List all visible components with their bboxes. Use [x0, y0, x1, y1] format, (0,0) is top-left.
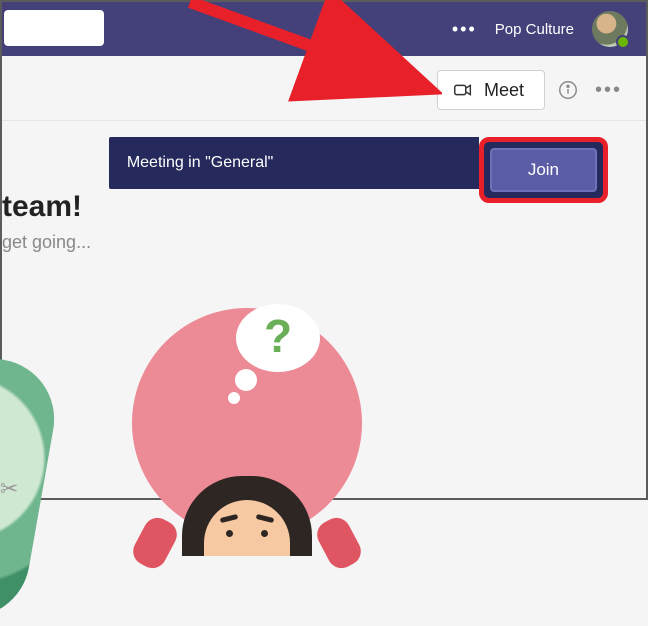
info-button[interactable]	[555, 77, 581, 103]
annotation-highlight-box: Join	[479, 137, 608, 203]
scissors-icon: ✂	[0, 476, 18, 502]
meet-button-label: Meet	[484, 80, 524, 101]
welcome-block: team! get going...	[2, 190, 91, 253]
info-icon	[557, 79, 579, 101]
meeting-banner-area: Meeting in "General" Join	[2, 121, 646, 203]
illustration-person: ?	[132, 308, 362, 538]
app-titlebar: ••• Pop Culture	[2, 2, 646, 56]
team-visibility-button[interactable]: Team	[346, 75, 427, 105]
titlebar-more-icon[interactable]: •••	[452, 19, 477, 40]
welcome-title: team!	[2, 190, 91, 224]
welcome-subtitle: get going...	[2, 232, 91, 253]
avatar[interactable]	[592, 11, 628, 47]
channel-toolbar: Team Meet •••	[2, 56, 646, 121]
video-camera-icon	[452, 79, 474, 101]
meeting-banner: Meeting in "General"	[109, 137, 479, 189]
team-name-label: Pop Culture	[495, 21, 574, 38]
thought-bubble-icon: ?	[212, 298, 332, 418]
join-button-label: Join	[528, 160, 559, 179]
meet-button[interactable]: Meet	[437, 70, 545, 110]
svg-text:?: ?	[264, 310, 292, 362]
team-visibility-label: Team	[380, 82, 417, 99]
toolbar-more-icon[interactable]: •••	[591, 79, 626, 102]
presence-available-icon	[616, 35, 630, 49]
search-input[interactable]	[4, 10, 104, 46]
meeting-banner-text: Meeting in "General"	[127, 154, 274, 172]
join-button[interactable]: Join	[490, 148, 597, 192]
eye-icon	[356, 81, 374, 99]
